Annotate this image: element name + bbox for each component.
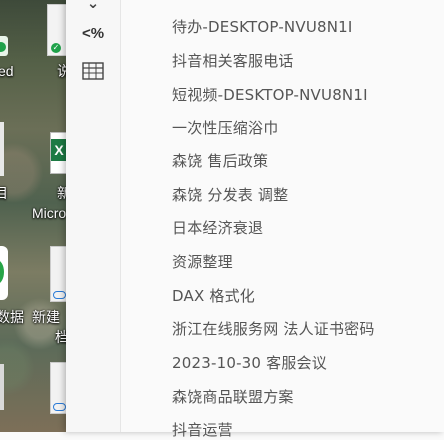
list-item[interactable]: 资源整理 <box>172 251 233 272</box>
desktop-label: 数据 <box>0 309 24 325</box>
notes-app-window: ⌄ <% 待办-DESKTOP-NVU8N1I 抖音相关客服电话 短视频-DES… <box>66 0 444 439</box>
list-item[interactable]: DAX 格式化 <box>172 285 255 306</box>
table-icon[interactable] <box>80 60 106 82</box>
excel-file-icon[interactable]: X <box>50 132 66 174</box>
list-item[interactable]: 2023-10-30 客服会议 <box>172 352 327 373</box>
list-item[interactable]: 短视频-DESKTOP-NVU8N1I <box>172 84 368 105</box>
cloud-icon <box>53 403 66 411</box>
list-item[interactable]: 浙江在线服务网 法人证书密码 <box>172 318 375 339</box>
synced-check-icon: ✓ <box>51 43 61 53</box>
percent-format-icon[interactable]: <% <box>80 22 106 44</box>
desktop-doc-icon[interactable]: ✓ <box>47 4 66 56</box>
list-item[interactable]: 日本经济衰退 <box>172 217 263 238</box>
desktop-app-icon[interactable] <box>0 36 8 56</box>
list-item[interactable]: 抖音运营 <box>172 419 233 440</box>
desktop-doc-icon[interactable] <box>50 362 66 414</box>
desktop-label: 档 <box>55 329 66 345</box>
desktop-label: 新 <box>57 185 66 201</box>
list-item[interactable]: 森饶 分发表 调整 <box>172 184 288 205</box>
desktop-background: ed ✓ 说 目 X 新 Micro 数据 新建 档 <box>0 0 66 432</box>
percent-format-glyph: <% <box>81 24 105 42</box>
desktop-label: 新建 <box>32 309 60 325</box>
desktop-file-icon[interactable] <box>0 364 4 410</box>
desktop-doc-icon[interactable] <box>50 246 66 302</box>
desktop-label: 说 <box>57 63 66 79</box>
desktop-label: Micro <box>32 205 66 221</box>
cloud-icon <box>53 291 66 299</box>
list-item[interactable]: 抖音相关客服电话 <box>172 50 294 71</box>
list-item[interactable]: 一次性压缩浴巾 <box>172 117 278 138</box>
collapse-chevron-icon[interactable]: ⌄ <box>80 0 106 14</box>
desktop-file-icon[interactable] <box>0 122 4 176</box>
list-item[interactable]: 待办-DESKTOP-NVU8N1I <box>172 16 353 37</box>
list-item[interactable]: 森饶 售后政策 <box>172 150 268 171</box>
desktop-label: 目 <box>0 185 8 201</box>
note-list: 待办-DESKTOP-NVU8N1I 抖音相关客服电话 短视频-DESKTOP-… <box>121 0 444 439</box>
list-item[interactable]: 森饶商品联盟方案 <box>172 386 294 407</box>
desktop-label: ed <box>0 63 14 79</box>
toolbar-strip: ⌄ <% <box>66 0 121 432</box>
desktop-app-icon[interactable] <box>0 246 8 300</box>
